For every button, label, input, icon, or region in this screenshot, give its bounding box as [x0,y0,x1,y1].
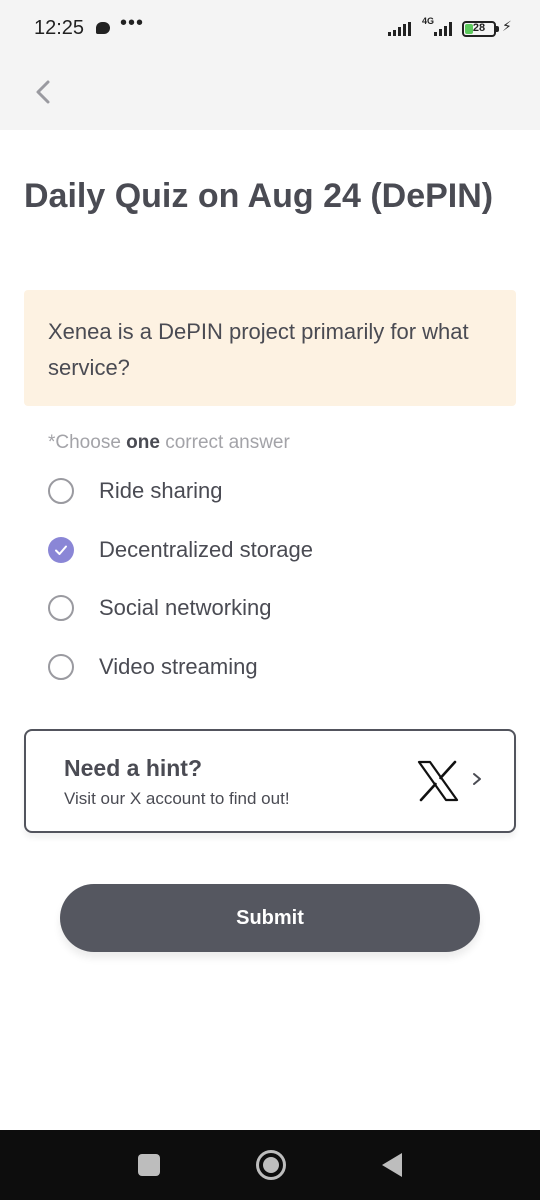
instruction-emphasis: one [126,432,160,453]
back-triangle-icon[interactable] [382,1153,402,1177]
hint-subtitle: Visit our X account to find out! [64,789,290,808]
instruction-prefix: *Choose [48,432,127,453]
option-label: Video streaming [99,653,258,679]
instruction-suffix: correct answer [159,432,290,453]
status-bar: 12:25 ••• 4G 28 ⚡ [0,0,540,58]
recent-apps-icon[interactable] [138,1154,160,1176]
option-video-streaming[interactable]: Video streaming [48,638,508,697]
signal-4g-icon [434,22,452,36]
radio-checked-icon[interactable] [48,536,74,563]
signal-icon [388,22,411,36]
battery-icon: 28 [462,21,496,37]
option-decentralized-storage[interactable]: Decentralized storage [48,521,508,580]
top-nav [0,58,540,130]
network-type: 4G [422,16,435,26]
android-nav-bar [0,1130,540,1200]
option-ride-sharing[interactable]: Ride sharing [48,462,508,521]
page-title: Daily Quiz on Aug 24 (DePIN) [24,177,494,215]
checkmark-icon [55,545,67,555]
radio-icon[interactable] [48,595,74,622]
hint-card[interactable]: Need a hint? Visit our X account to find… [24,729,516,833]
home-icon[interactable] [256,1150,286,1180]
charging-icon: ⚡ [502,18,512,34]
option-social-networking[interactable]: Social networking [48,579,508,638]
back-button[interactable] [26,74,62,110]
chat-notification-icon [96,22,110,34]
battery-tip [496,26,499,32]
x-logo-icon [417,760,459,802]
question-card: Xenea is a DePIN project primarily for w… [24,290,516,406]
battery-level: 28 [472,22,486,34]
more-notifications-icon: ••• [120,12,145,34]
chevron-right-icon [473,773,481,785]
radio-icon[interactable] [48,653,74,680]
question-text: Xenea is a DePIN project primarily for w… [48,319,469,380]
status-time: 12:25 [34,17,85,39]
option-label: Decentralized storage [99,536,314,562]
answer-options: Ride sharing Decentralized storage Socia… [48,462,508,696]
submit-button[interactable]: Submit [60,884,480,952]
option-label: Ride sharing [99,478,223,504]
option-label: Social networking [99,595,272,621]
chevron-left-icon [36,80,50,104]
answer-instruction: *Choose one correct answer [48,432,290,454]
radio-icon[interactable] [48,478,74,505]
hint-title: Need a hint? [64,755,203,781]
